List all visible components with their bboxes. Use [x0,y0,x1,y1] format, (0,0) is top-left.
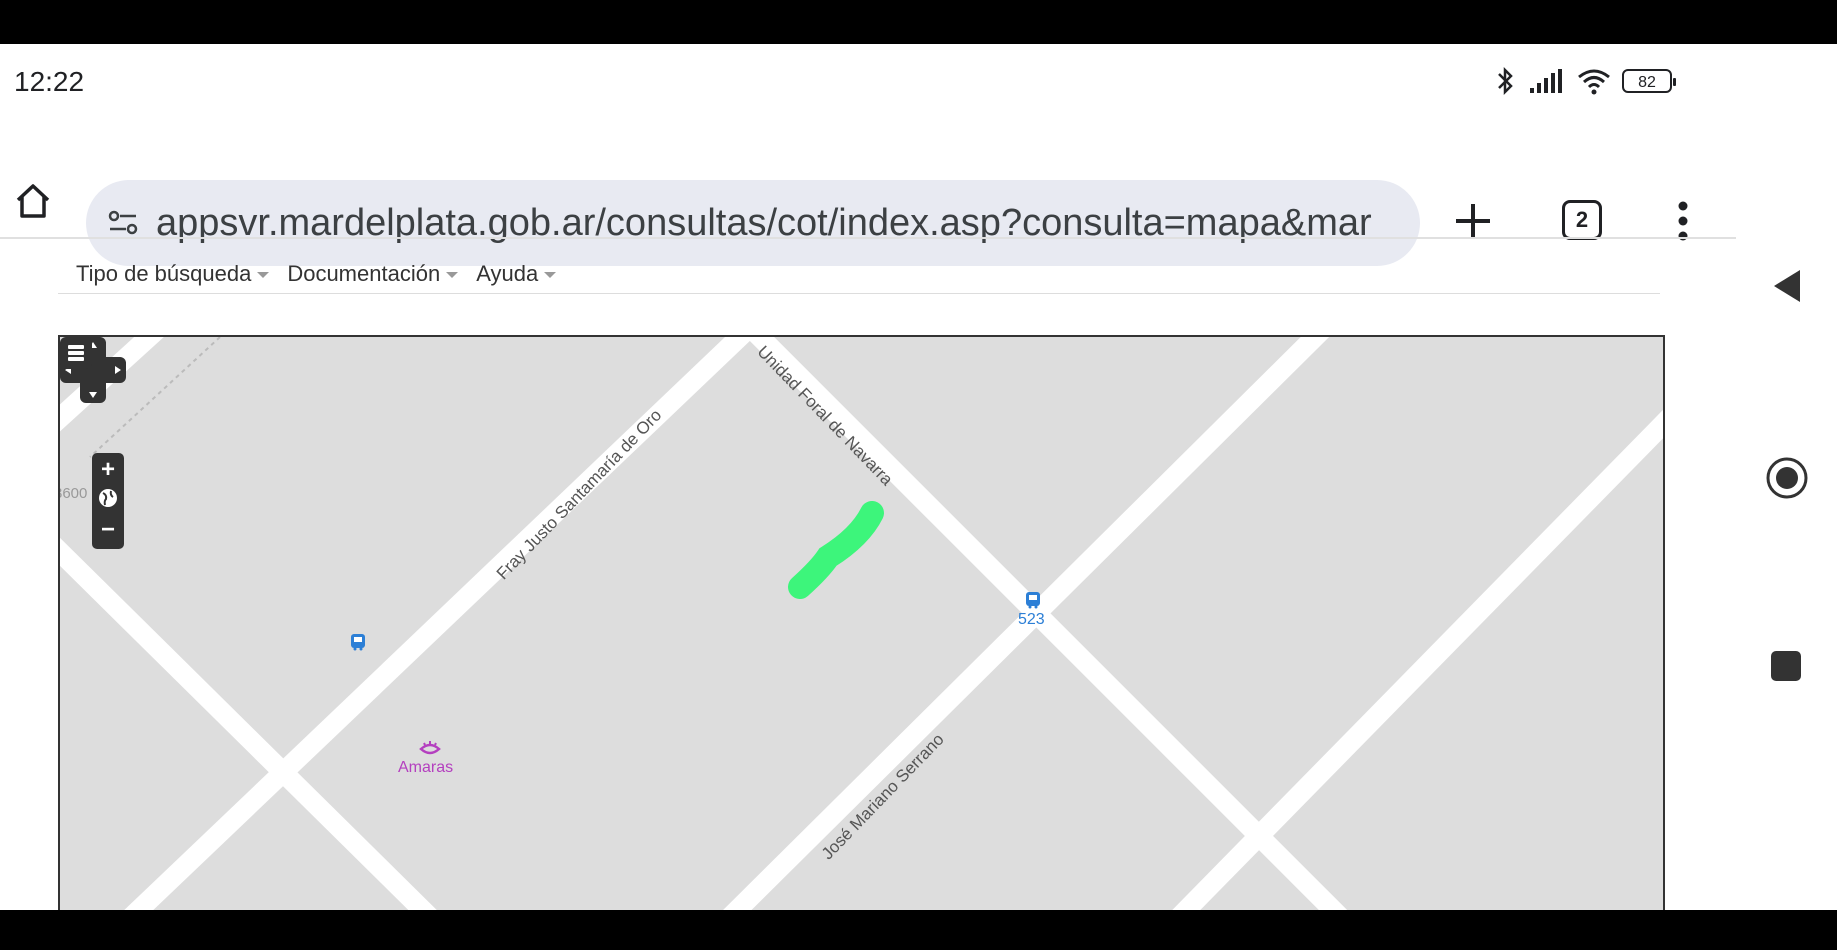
bluetooth-icon [1498,66,1513,96]
system-nav-rail [1736,44,1837,910]
poi-label-amaras: Amaras [398,759,454,776]
wifi-icon [1578,69,1610,95]
home-icon[interactable] [1765,456,1809,500]
road-lower-left [60,537,437,910]
status-bar: 12:22 82 [0,44,1736,122]
status-icons: 82 [1492,66,1676,96]
zoom-in-button[interactable]: + [92,455,124,485]
signal-icon [1530,69,1562,93]
beauty-salon-icon[interactable] [418,739,442,759]
globe-icon[interactable] [97,487,119,509]
house-number-label: 3600 [60,485,88,502]
screen-bottom-border [0,910,1837,950]
tab-switcher-button[interactable]: 2 [1562,200,1602,240]
bus-stop-icon[interactable] [1025,591,1041,609]
highlight-marker [788,501,884,599]
home-icon[interactable] [8,176,58,226]
chevron-down-icon [446,272,459,278]
browser-toolbar: appsvr.mardelplata.gob.ar/consultas/cot/… [0,134,1736,266]
back-icon[interactable] [1772,268,1802,304]
map-viewport[interactable]: Fray Justo Santamaría de Oro Unidad Fora… [58,335,1665,910]
menu-ayuda[interactable]: Ayuda [476,261,557,287]
phone-screen: 12:22 82 appsvr.mardelplata.gob.ar/consu… [0,44,1736,910]
menu-item-label: Ayuda [476,261,539,286]
battery-icon: 82 [1622,69,1676,93]
site-menu: Tipo de búsqueda Documentación Ayuda [76,250,557,298]
bus-stop-label: 523 [1018,611,1045,628]
menu-divider [58,293,1660,294]
recents-icon[interactable] [1770,650,1802,682]
menu-documentacion[interactable]: Documentación [287,261,459,287]
road-far-right [1172,409,1663,910]
screen-top-border [0,0,1837,44]
menu-item-label: Tipo de búsqueda [76,261,252,286]
road-serrano [723,337,1330,910]
zoom-out-button[interactable]: − [92,515,124,545]
bus-stop-icon[interactable] [350,633,366,651]
zoom-control: + − [92,453,124,549]
toolbar-divider [0,237,1736,239]
chevron-down-icon [544,272,557,278]
status-time: 12:22 [14,66,85,97]
layers-icon[interactable] [60,337,92,369]
chevron-down-icon [257,272,270,278]
menu-item-label: Documentación [287,261,441,286]
menu-tipo-busqueda[interactable]: Tipo de búsqueda [76,261,270,287]
